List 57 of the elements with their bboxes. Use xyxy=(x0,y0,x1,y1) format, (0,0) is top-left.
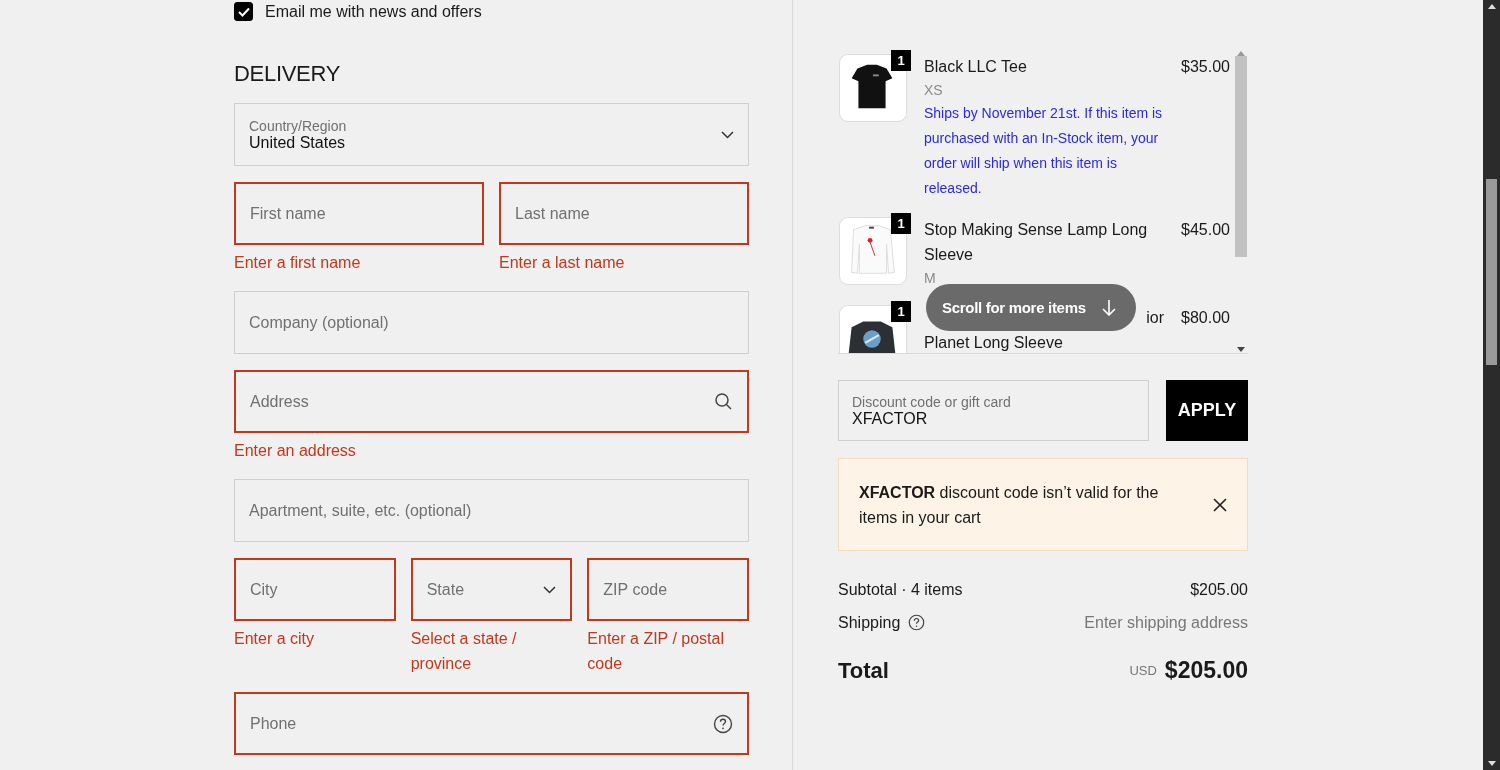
chevron-down-icon xyxy=(543,585,557,594)
input-field[interactable]: City xyxy=(234,558,396,621)
scrollbar-thumb[interactable] xyxy=(1486,179,1497,365)
discount-field[interactable]: Discount code or gift card XFACTOR xyxy=(838,380,1149,441)
summary-label: Shipping xyxy=(838,613,901,632)
product-title: Planet Long Sleeve xyxy=(924,333,1064,353)
error-message: Enter a first name xyxy=(234,253,362,273)
arrow-down-icon xyxy=(1101,299,1116,316)
input-field[interactable]: Apartment, suite, etc. (optional) xyxy=(234,479,749,542)
scrollbar-thumb[interactable] xyxy=(1235,56,1247,257)
close-icon[interactable] xyxy=(1213,497,1227,512)
summary-value: Enter shipping address xyxy=(1084,613,1248,632)
summary-label: Subtotal · 4 items xyxy=(838,580,963,599)
error-message: Enter a last name xyxy=(499,253,626,273)
page-scrollbar[interactable] xyxy=(1483,0,1500,770)
select-field[interactable]: Country/Region United States xyxy=(234,103,749,166)
input-field[interactable]: ZIP code xyxy=(587,558,749,621)
checkbox[interactable] xyxy=(234,2,253,21)
product-variant: XS xyxy=(924,81,944,100)
help-icon[interactable] xyxy=(908,614,926,631)
error-message: Enter a ZIP / postal code xyxy=(587,629,725,674)
total-amount: $205.00 xyxy=(1164,657,1248,684)
help-icon[interactable] xyxy=(713,713,733,734)
product-price: $45.00 xyxy=(1181,220,1230,240)
input-field[interactable]: First name xyxy=(234,182,484,245)
total-label: Total xyxy=(838,657,889,684)
error-message: Enter an address xyxy=(234,441,357,461)
product-title: Stop Making Sense Lamp Long Sleeve xyxy=(924,220,1149,265)
quantity-badge: 1 xyxy=(891,213,911,234)
scrollbar[interactable] xyxy=(1234,50,1248,353)
chevron-down-icon xyxy=(721,130,734,139)
input-field[interactable]: Phone xyxy=(234,692,749,755)
input-field[interactable]: Company (optional) xyxy=(234,291,749,354)
checkmark-icon xyxy=(237,6,250,17)
summary-value: $205.00 xyxy=(1190,580,1248,599)
product-price: $80.00 xyxy=(1181,308,1230,328)
section-title: DELIVERY xyxy=(234,61,342,87)
scroll-up-icon[interactable] xyxy=(1487,3,1496,9)
error-message: Select a state / province xyxy=(410,629,518,674)
scroll-down-icon[interactable] xyxy=(1487,761,1496,767)
scroll-down-icon[interactable] xyxy=(1237,347,1245,353)
input-field[interactable]: Address xyxy=(234,370,749,433)
select-field[interactable]: State xyxy=(410,558,573,621)
checkbox-label: Email me with news and offers xyxy=(265,2,482,21)
quantity-badge: 1 xyxy=(891,301,911,322)
product-title: ior xyxy=(1146,308,1165,328)
currency-code: USD xyxy=(1129,663,1157,678)
scroll-hint-button[interactable]: Scroll for more items xyxy=(926,284,1136,331)
alert-message: XFACTOR discount code isn’t valid for the items in your cart xyxy=(859,482,1160,528)
apply-button[interactable]: APPLY xyxy=(1166,380,1248,441)
product-title: Black LLC Tee xyxy=(924,57,1028,77)
shipping-note: Ships by November 21st. If this item is purchased with an In-Stock item, your order will ship when this item is released. xyxy=(924,104,1164,198)
input-field[interactable]: Last name xyxy=(499,182,749,245)
search-icon xyxy=(714,392,733,411)
quantity-badge: 1 xyxy=(891,50,911,71)
error-message: Enter a city xyxy=(234,629,316,649)
product-price: $35.00 xyxy=(1181,57,1230,77)
